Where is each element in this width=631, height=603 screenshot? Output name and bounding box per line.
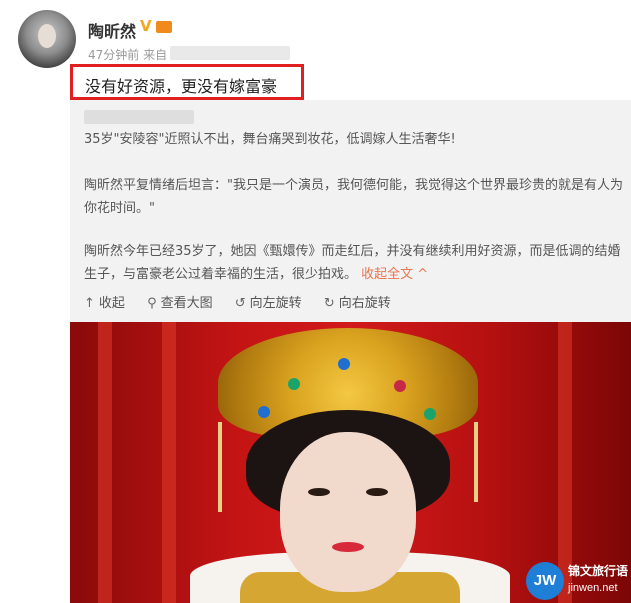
highlighted-post-content: 没有好资源，更没有嫁富豪 [70, 64, 304, 100]
post-time: 47分钟前 来自 [88, 48, 168, 62]
crown-gem [394, 380, 406, 392]
rotate-right-label: 向右旋转 [338, 296, 391, 311]
username[interactable]: 陶昕然 [88, 18, 136, 42]
collapse-full-text-link[interactable]: 收起全文 ^ [361, 267, 428, 282]
view-large-label: 查看大图 [160, 296, 213, 311]
arrow-up-icon: ↑ [84, 296, 95, 311]
retweet-paragraph-3-text: 陶昕然今年已经35岁了，她因《甄嬛传》而走红后，并没有继续利用好资源，而是低调的… [84, 244, 621, 282]
rotate-left-icon: ↺ [234, 296, 246, 311]
stage-stripe [98, 322, 112, 603]
crown-gem [258, 406, 270, 418]
verified-v-icon: V [140, 17, 152, 35]
retweet-paragraph-1: 35岁"安陵容"近照认不出，舞台痛哭到妆花，低调嫁人生活奢华! [84, 132, 456, 147]
retweet-paragraph-3: 陶昕然今年已经35岁了，她因《甄嬛传》而走红后，并没有继续利用好资源，而是低调的… [84, 240, 624, 286]
vip-crown-icon [156, 21, 172, 33]
magnifier-icon: ⚲ [147, 296, 157, 311]
watermark-url: jinwen.net [568, 582, 618, 594]
watermark-name: 锦文旅行语 [568, 564, 629, 578]
view-large-button[interactable]: ⚲ 查看大图 [147, 292, 213, 311]
retweet-author-blurred [84, 110, 194, 124]
tassel [218, 422, 222, 512]
eye [366, 488, 388, 496]
crown-gem [424, 408, 436, 420]
face [280, 432, 416, 592]
avatar[interactable] [18, 10, 76, 68]
crown-gem [338, 358, 350, 370]
rotate-right-icon: ↻ [323, 296, 335, 311]
rotate-left-label: 向左旋转 [249, 296, 302, 311]
avatar-face [38, 24, 56, 48]
source-blurred [170, 46, 290, 60]
eye [308, 488, 330, 496]
collapse-button[interactable]: ↑ 收起 [84, 292, 125, 311]
tassel [474, 422, 478, 502]
crown-gem [288, 378, 300, 390]
rotate-right-button[interactable]: ↻ 向右旋转 [324, 292, 391, 311]
image-actions: ↑ 收起 ⚲ 查看大图 ↺ 向左旋转 ↻ 向右旋转 [84, 292, 409, 311]
stage-stripe [162, 322, 176, 603]
watermark-logo: JW [526, 562, 564, 600]
post-header: 陶昕然 V 47分钟前 来自 没有好资源，更没有嫁富豪 [0, 0, 631, 100]
watermark: JW 锦文旅行语 jinwen.net [526, 560, 630, 602]
collapse-label: 收起 [98, 296, 125, 311]
post-content: 没有好资源，更没有嫁富豪 [85, 77, 278, 96]
retweet-paragraph-2: 陶昕然平复情绪后坦言："我只是一个演员，我何德何能，我觉得这个世界最珍贵的就是有… [84, 178, 623, 216]
rotate-left-button[interactable]: ↺ 向左旋转 [235, 292, 302, 311]
lips [332, 542, 364, 552]
